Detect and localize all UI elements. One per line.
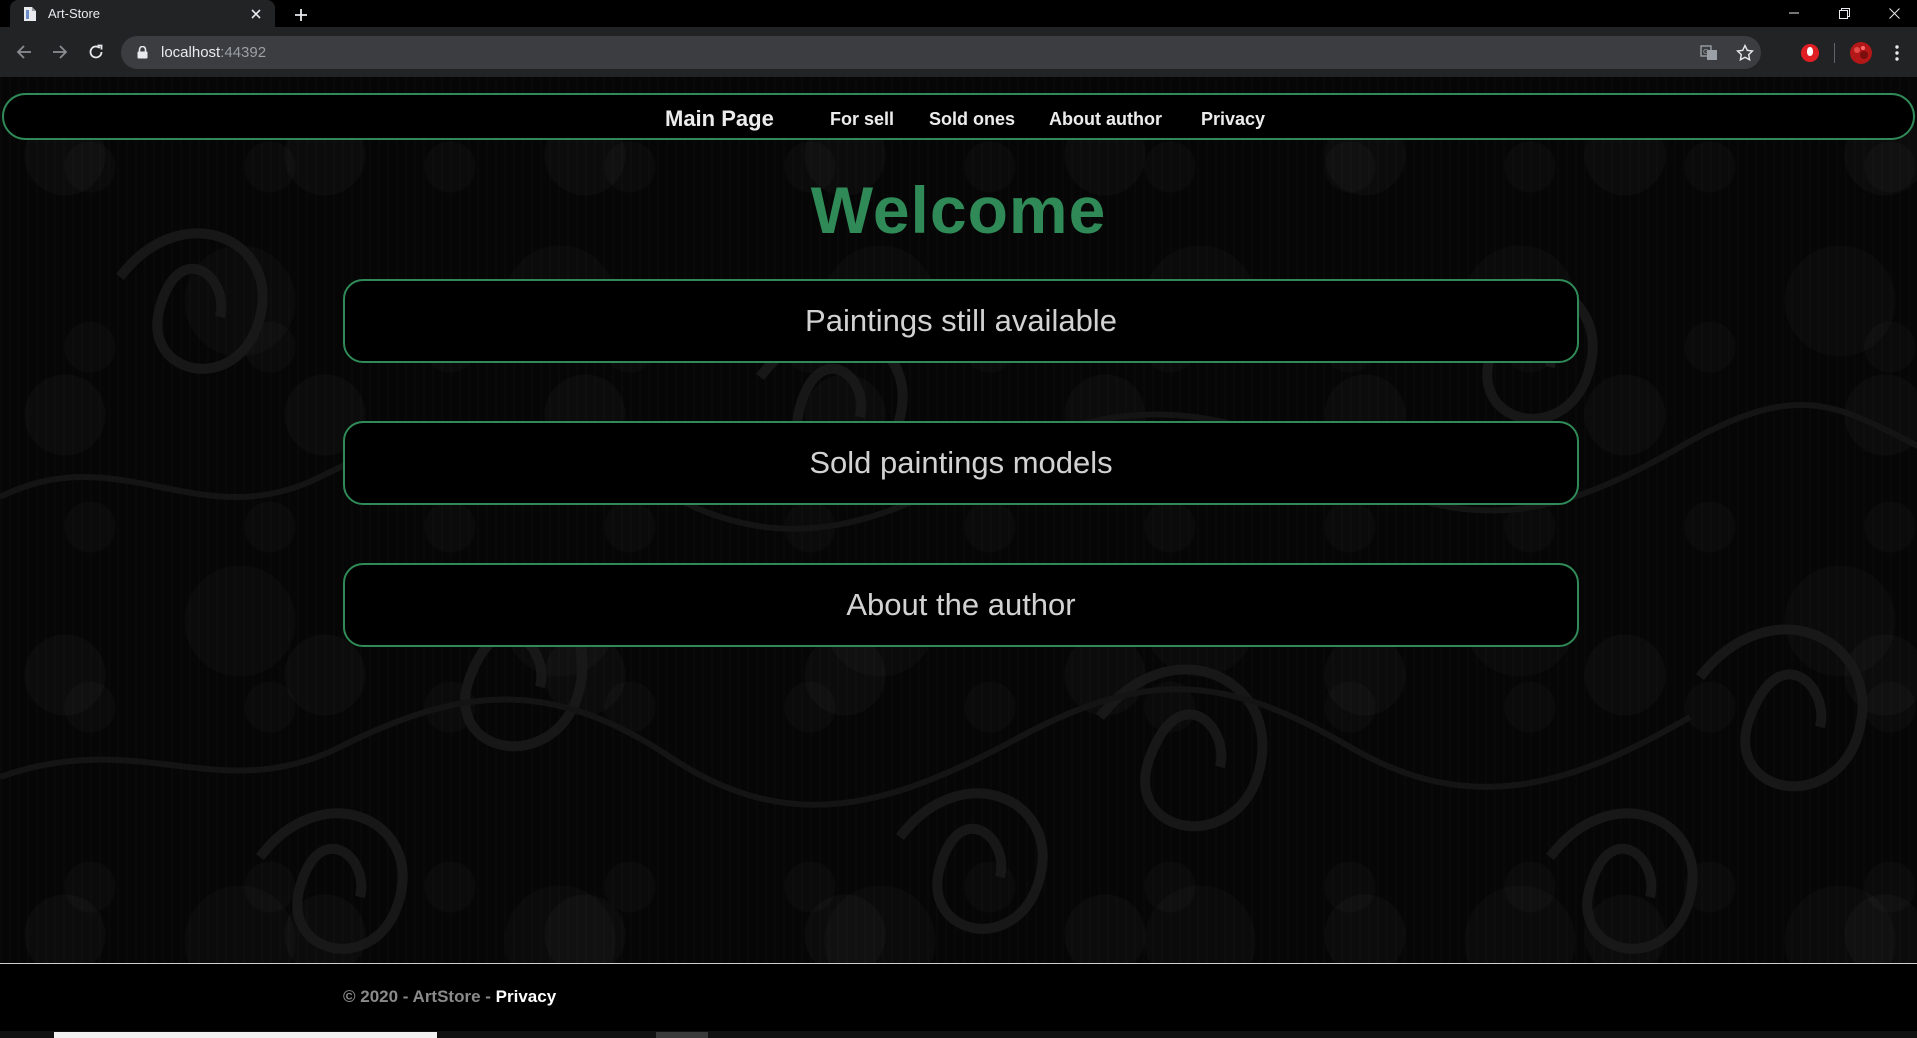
tab-title: Art-Store: [48, 6, 101, 21]
address-bar[interactable]: localhost:44392 G: [121, 36, 1761, 69]
site-navbar: Main Page For sell Sold ones About autho…: [2, 93, 1915, 140]
nav-link-for-sell[interactable]: For sell: [830, 109, 894, 130]
minimize-icon[interactable]: [1772, 2, 1816, 24]
nav-brand-main-page[interactable]: Main Page: [665, 106, 774, 132]
nav-link-about-author[interactable]: About author: [1049, 109, 1162, 130]
browser-toolbar: localhost:44392 G: [0, 27, 1917, 77]
footer-copyright: © 2020 - ArtStore -: [343, 987, 496, 1006]
profile-icon[interactable]: [1848, 40, 1874, 66]
sold-paintings-button[interactable]: Sold paintings models: [343, 421, 1579, 505]
page-icon: [22, 6, 38, 22]
browser-tab[interactable]: Art-Store: [10, 0, 275, 27]
extension-icon[interactable]: [1797, 40, 1823, 66]
browser-tab-strip: Art-Store: [0, 0, 1917, 27]
nav-link-privacy[interactable]: Privacy: [1201, 109, 1265, 130]
footer-text: © 2020 - ArtStore - Privacy: [343, 987, 556, 1007]
restore-icon[interactable]: [1822, 2, 1866, 24]
close-icon[interactable]: [247, 5, 265, 23]
translate-icon[interactable]: G: [1695, 36, 1723, 69]
window-close-icon[interactable]: [1872, 2, 1916, 24]
forward-icon[interactable]: [48, 40, 72, 64]
scrollbar-thumb[interactable]: [54, 1032, 437, 1038]
page-title: Welcome: [810, 173, 1107, 247]
paintings-available-button[interactable]: Paintings still available: [343, 279, 1579, 363]
page-footer: © 2020 - ArtStore - Privacy: [0, 964, 1917, 1038]
scrollbar-segment: [656, 1032, 708, 1038]
url-host: localhost: [161, 44, 221, 61]
lock-icon[interactable]: [135, 45, 149, 61]
reload-icon[interactable]: [84, 40, 108, 64]
back-icon[interactable]: [12, 40, 36, 64]
plus-icon[interactable]: [290, 4, 312, 26]
star-icon[interactable]: [1731, 36, 1759, 69]
toolbar-separator: [1834, 43, 1835, 63]
url-port: :44392: [220, 44, 267, 61]
footer-privacy-link[interactable]: Privacy: [496, 987, 557, 1006]
menu-icon[interactable]: [1884, 40, 1910, 66]
nav-link-sold-ones[interactable]: Sold ones: [929, 109, 1015, 130]
about-author-button[interactable]: About the author: [343, 563, 1579, 647]
page-viewport: Main Page For sell Sold ones About autho…: [0, 77, 1917, 1038]
svg-text:G: G: [1703, 48, 1708, 56]
